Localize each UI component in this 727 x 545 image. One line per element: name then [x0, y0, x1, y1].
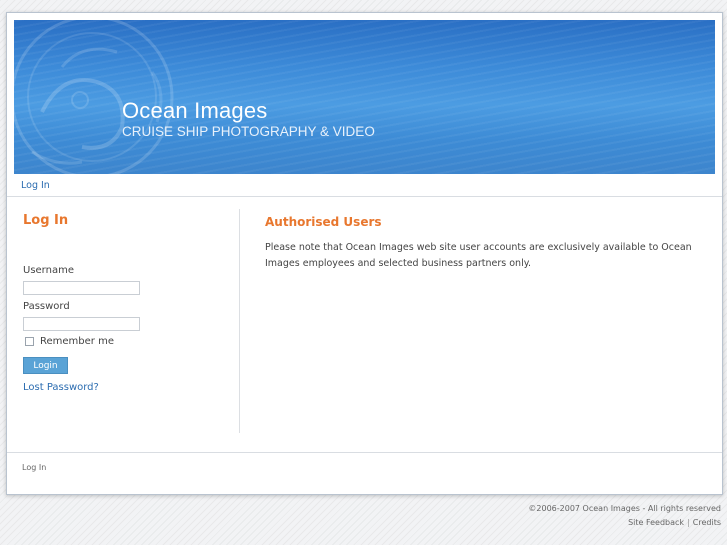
copyright-text: ©2006-2007 Ocean Images - All rights res…	[528, 504, 721, 513]
header-divider	[7, 196, 722, 197]
footer-divider	[7, 452, 722, 453]
ocean-images-emblem-icon	[14, 20, 174, 174]
breadcrumb-login-link[interactable]: Log In	[21, 180, 50, 191]
login-button[interactable]: Login	[23, 357, 68, 374]
footer-separator: |	[687, 518, 690, 527]
username-label: Username	[23, 265, 74, 276]
site-tagline: CRUISE SHIP PHOTOGRAPHY & VIDEO	[122, 124, 375, 139]
login-heading: Log In	[23, 213, 69, 228]
remember-me-checkbox[interactable]	[25, 337, 34, 346]
lost-password-link[interactable]: Lost Password?	[23, 382, 99, 393]
main-content: Authorised Users Please note that Ocean …	[265, 215, 705, 271]
site-title: Ocean Images	[122, 98, 268, 123]
column-divider	[239, 209, 240, 433]
site-feedback-link[interactable]: Site Feedback	[628, 518, 684, 527]
header-banner: Ocean Images CRUISE SHIP PHOTOGRAPHY & V…	[14, 20, 715, 174]
password-input[interactable]	[23, 317, 140, 331]
credits-link[interactable]: Credits	[693, 518, 721, 527]
password-label: Password	[23, 301, 70, 312]
remember-me-label: Remember me	[40, 336, 114, 347]
remember-me-row[interactable]: Remember me	[25, 336, 114, 347]
authorised-users-notice: Please note that Ocean Images web site u…	[265, 242, 692, 269]
username-input[interactable]	[23, 281, 140, 295]
authorised-users-heading: Authorised Users	[265, 215, 382, 229]
footer-links: Site Feedback | Credits	[628, 518, 721, 527]
footer-login-link[interactable]: Log In	[22, 463, 46, 472]
page-container: Ocean Images CRUISE SHIP PHOTOGRAPHY & V…	[6, 12, 723, 495]
